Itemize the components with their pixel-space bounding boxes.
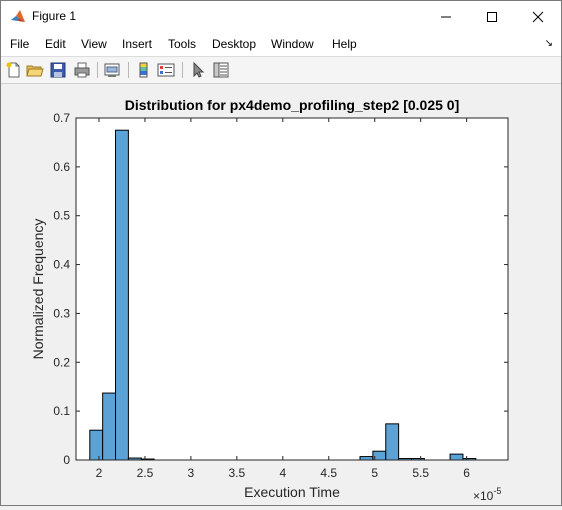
- y-tick-label: 0.4: [53, 258, 70, 272]
- y-tick-label: 0.5: [53, 209, 70, 223]
- menu-help[interactable]: Help: [332, 37, 357, 51]
- y-tick-label: 0.1: [53, 404, 70, 418]
- histogram-bar: [449, 453, 464, 461]
- x-tick-label: 4.5: [320, 466, 337, 480]
- x-tick-label: 5: [371, 466, 378, 480]
- histogram-chart[interactable]: 2 2.5 3 3.5 4 4.5 5 5.5 600.10.20.30.40.50.60.7 …: [1, 84, 561, 505]
- histogram-bar: [89, 429, 104, 461]
- figure-canvas: 2 2.5 3 3.5 4 4.5 5 5.5 6 0 0.1 0.2 0.3 0.4 0.5 0.6 0.7 …: [1, 84, 561, 505]
- toolbar-separator: [128, 62, 129, 78]
- menu-insert[interactable]: Insert: [122, 37, 152, 51]
- maximize-button[interactable]: [469, 1, 515, 32]
- matlab-logo-icon: [11, 10, 25, 22]
- save-icon[interactable]: [49, 61, 67, 79]
- colorbar-icon[interactable]: [135, 61, 153, 79]
- y-tick-label: 0.3: [53, 306, 70, 320]
- pointer-icon[interactable]: [189, 61, 207, 79]
- menu-file[interactable]: File: [10, 37, 29, 51]
- x-tick-label: 2.5: [137, 466, 154, 480]
- histogram-bar: [115, 129, 129, 461]
- window-title: Figure 1: [32, 9, 77, 23]
- x-tick-label: 6: [463, 466, 470, 480]
- minimize-button[interactable]: [423, 1, 469, 32]
- histogram-bar: [385, 423, 400, 461]
- y-tick-label: 0.6: [53, 160, 70, 174]
- x-tick-label: 5.5: [412, 466, 429, 480]
- x-tick-label: 3: [188, 466, 195, 480]
- maximize-icon: [487, 11, 497, 22]
- histogram-bar: [102, 392, 117, 461]
- x-axis-exponent-power: -5: [493, 486, 501, 496]
- toolbar: [1, 57, 561, 84]
- x-tick-label: 2: [96, 466, 103, 480]
- y-tick-label: 0.7: [53, 111, 70, 125]
- menu-bar: File Edit View Insert Tools Desktop Wind…: [1, 32, 561, 57]
- x-axis-label: Execution Time: [244, 484, 340, 500]
- menu-edit[interactable]: Edit: [45, 37, 66, 51]
- histogram-bar: [359, 456, 374, 461]
- x-axis-exponent: ×10-5: [473, 486, 501, 503]
- close-icon: [532, 11, 544, 22]
- print-icon[interactable]: [73, 61, 91, 79]
- close-button[interactable]: [515, 1, 561, 32]
- dock-arrow-icon[interactable]: ↘: [545, 38, 553, 49]
- open-file-icon[interactable]: [26, 61, 44, 79]
- property-inspector-icon[interactable]: [212, 61, 230, 79]
- y-axis-label: Normalized Frequency: [30, 219, 46, 360]
- menu-tools[interactable]: Tools: [168, 37, 196, 51]
- y-tick-label: 0.2: [53, 355, 70, 369]
- new-figure-icon[interactable]: [5, 61, 23, 79]
- x-tick-label: 4: [279, 466, 286, 480]
- menu-desktop[interactable]: Desktop: [212, 37, 256, 51]
- chart-title: Distribution for px4demo_profiling_step2…: [125, 97, 460, 113]
- toolbar-separator: [97, 62, 98, 78]
- legend-icon[interactable]: [157, 61, 175, 79]
- toolbar-separator: [182, 62, 183, 78]
- title-bar[interactable]: Figure 1: [1, 1, 561, 32]
- figure-window: Figure 1 File Edit View Insert Tools Des…: [0, 0, 562, 506]
- x-axis-exponent-base: ×10: [473, 489, 494, 503]
- link-plot-icon[interactable]: [103, 61, 121, 79]
- menu-view[interactable]: View: [81, 37, 107, 51]
- y-tick-label: 0: [63, 453, 70, 467]
- plot-area[interactable]: [76, 118, 508, 460]
- minimize-icon: [441, 16, 451, 17]
- menu-window[interactable]: Window: [271, 37, 314, 51]
- x-tick-label: 3.5: [229, 466, 246, 480]
